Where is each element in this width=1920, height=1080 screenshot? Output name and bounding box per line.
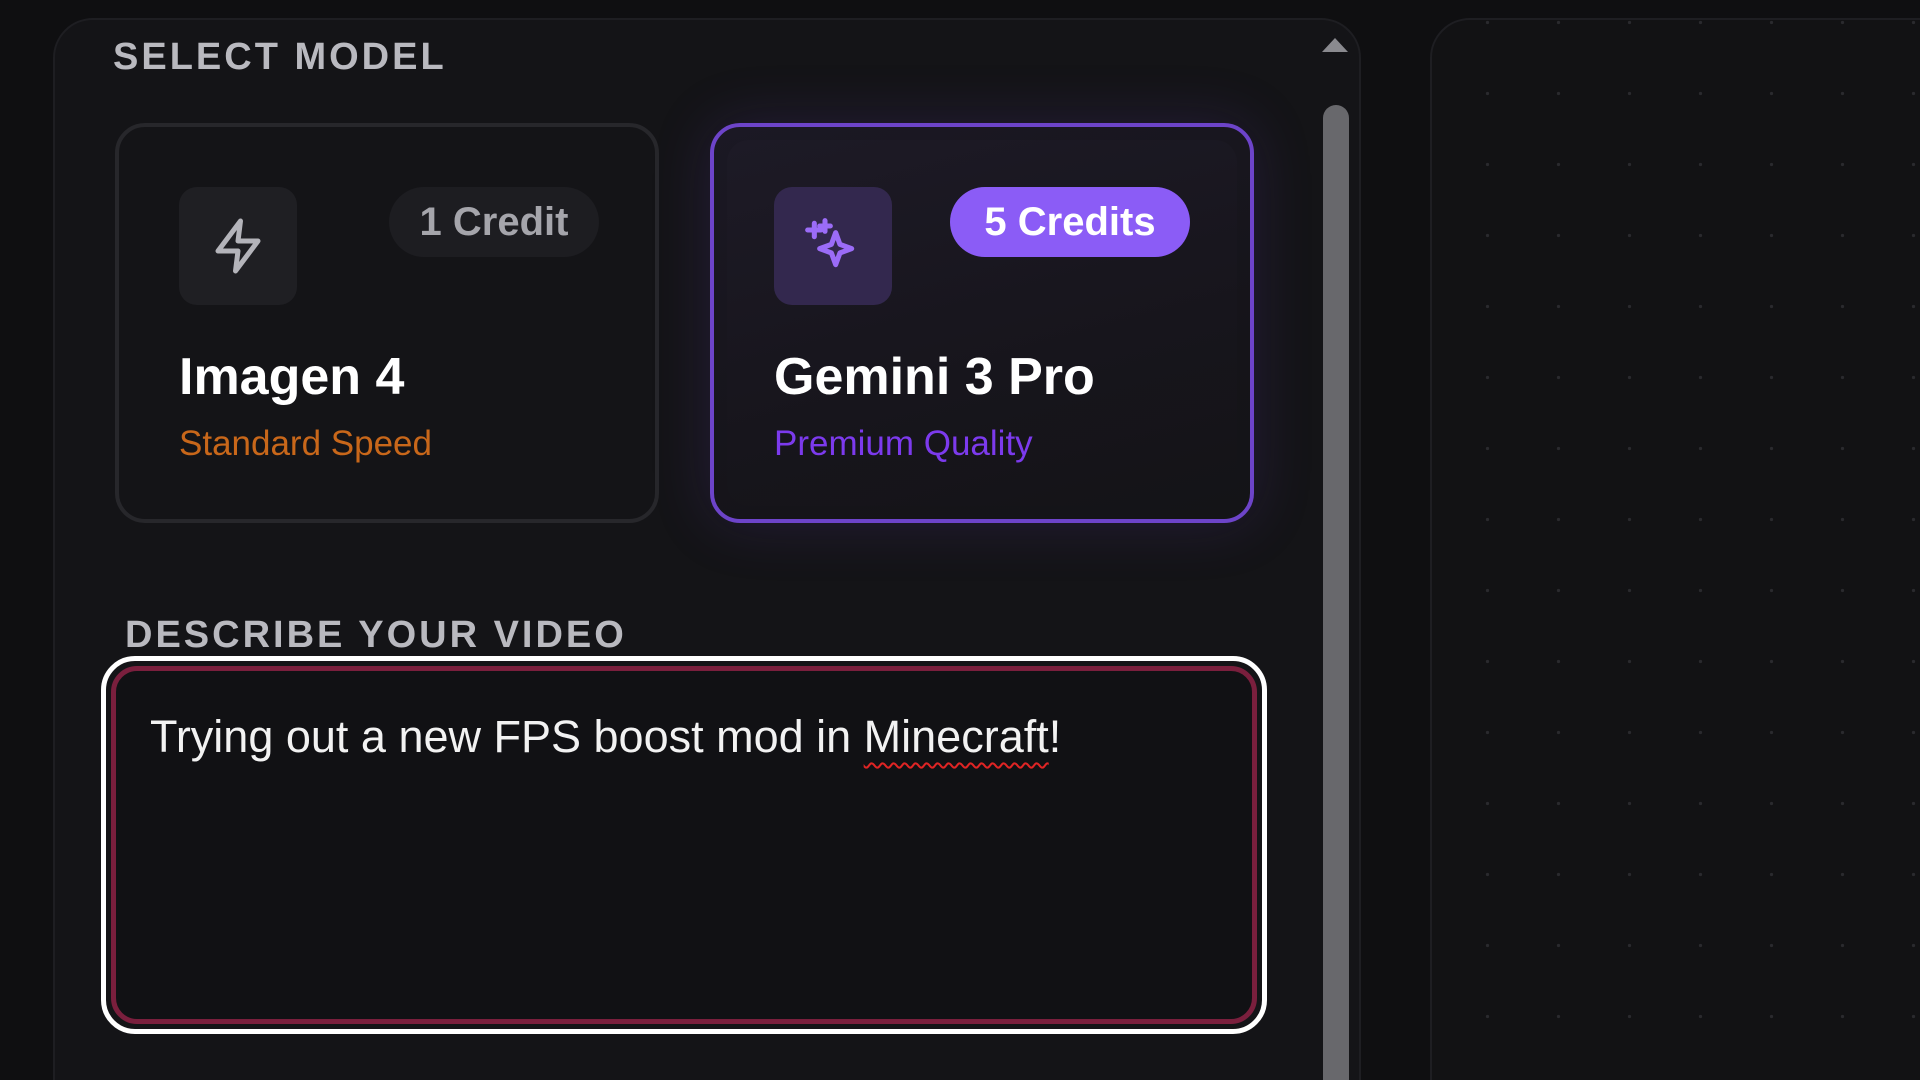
prompt-text-end: !	[1048, 711, 1062, 762]
scroll-up-arrow-icon[interactable]	[1322, 38, 1348, 52]
page: SELECT MODEL 1 Credit Imagen 4 Standard …	[0, 0, 1920, 1080]
sparkle-icon	[774, 187, 892, 305]
video-prompt-textarea[interactable]: Trying out a new FPS boost mod in Minecr…	[101, 656, 1267, 1034]
describe-video-label: DESCRIBE YOUR VIDEO	[125, 614, 627, 656]
model-name: Gemini 3 Pro	[774, 348, 1095, 406]
credit-badge: 5 Credits	[950, 187, 1190, 257]
model-name: Imagen 4	[179, 348, 405, 406]
prompt-text: Trying out a new FPS boost mod in Minecr…	[150, 711, 1218, 763]
scrollbar-thumb[interactable]	[1323, 105, 1349, 1080]
textarea-inner[interactable]: Trying out a new FPS boost mod in Minecr…	[111, 666, 1257, 1024]
model-subtitle: Premium Quality	[774, 424, 1033, 463]
model-card-imagen-4[interactable]: 1 Credit Imagen 4 Standard Speed	[115, 123, 659, 523]
credit-badge: 1 Credit	[389, 187, 599, 257]
misspelled-word: Minecraft	[863, 711, 1049, 762]
prompt-text-start: Trying out a new FPS boost mod in	[150, 711, 864, 762]
preview-panel	[1430, 18, 1920, 1080]
model-card-gemini-3-pro[interactable]: 5 Credits Gemini 3 Pro Premium Quality	[710, 123, 1254, 523]
lightning-bolt-icon	[179, 187, 297, 305]
model-subtitle: Standard Speed	[179, 424, 432, 463]
select-model-label: SELECT MODEL	[113, 36, 447, 78]
